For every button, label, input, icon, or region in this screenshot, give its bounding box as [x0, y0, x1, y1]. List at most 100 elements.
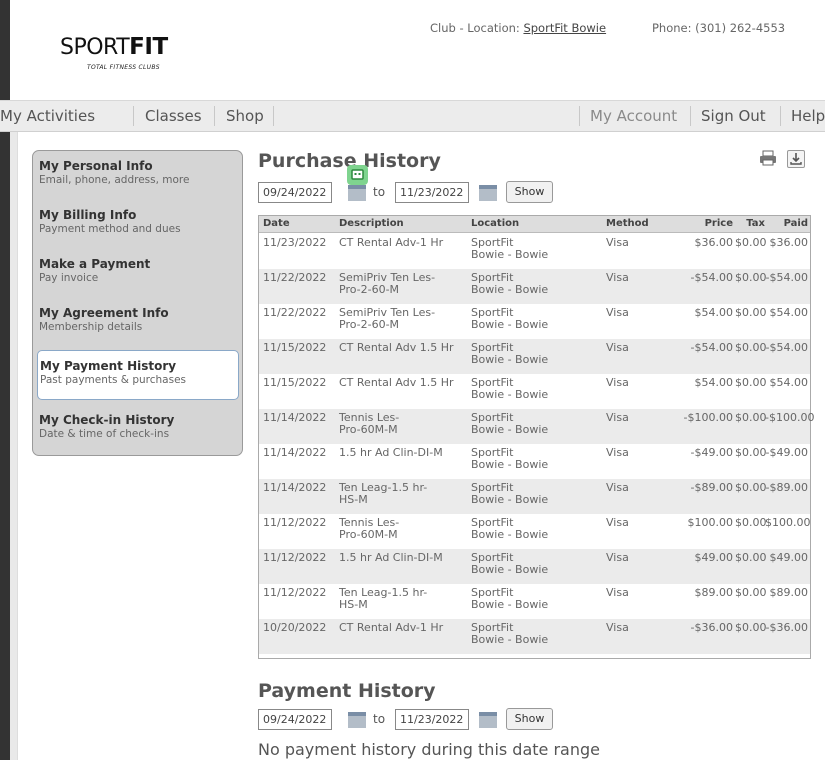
- payment-from-date-input[interactable]: 09/24/2022: [258, 709, 332, 730]
- cell-paid: -$54.00: [765, 341, 808, 354]
- column-header-method: Method: [606, 218, 649, 229]
- cell-tax: $0.00: [735, 306, 767, 319]
- column-header-description: Description: [339, 218, 404, 229]
- club-location-link[interactable]: SportFit Bowie: [523, 21, 606, 35]
- cell-date: 11/22/2022: [263, 271, 327, 284]
- cell-location: SportFit Bowie - Bowie: [471, 481, 549, 506]
- logo-text-light: SPORT: [60, 35, 130, 60]
- cell-tax: $0.00: [735, 236, 767, 249]
- cell-tax: $0.00: [735, 516, 767, 529]
- cell-method: Visa: [606, 446, 629, 459]
- nav-sign-out[interactable]: Sign Out: [701, 101, 766, 131]
- download-icon[interactable]: [787, 150, 805, 168]
- sidebar-item-make-payment[interactable]: Make a Payment Pay invoice: [33, 249, 242, 297]
- cell-method: Visa: [606, 376, 629, 389]
- sidebar-item-checkin-history[interactable]: My Check-in History Date & time of check…: [33, 405, 242, 453]
- payment-show-button[interactable]: Show: [506, 708, 553, 730]
- cell-tax: $0.00: [735, 551, 767, 564]
- purchase-show-button[interactable]: Show: [506, 181, 553, 203]
- column-header-location: Location: [471, 218, 520, 229]
- cell-location: SportFit Bowie - Bowie: [471, 306, 549, 331]
- cell-date: 11/14/2022: [263, 446, 327, 459]
- no-payment-history-message: No payment history during this date rang…: [258, 740, 600, 759]
- cell-method: Visa: [606, 621, 629, 634]
- cell-tax: $0.00: [735, 271, 767, 284]
- cell-location: SportFit Bowie - Bowie: [471, 411, 549, 436]
- cell-date: 11/12/2022: [263, 586, 327, 599]
- cell-description: SemiPriv Ten Les- Pro-2-60-M: [339, 271, 436, 296]
- cell-paid: -$36.00: [765, 621, 808, 634]
- cell-date: 11/15/2022: [263, 376, 327, 389]
- table-header: Date Description Location Method Price T…: [259, 216, 810, 233]
- cell-price: -$89.00: [690, 481, 733, 494]
- sidebar-item-subtitle: Email, phone, address, more: [39, 174, 190, 186]
- cell-price: -$54.00: [690, 271, 733, 284]
- calendar-icon[interactable]: [348, 712, 366, 728]
- column-header-paid: Paid: [783, 218, 808, 229]
- club-location-label: Club - Location:: [430, 21, 520, 35]
- cell-paid: -$89.00: [765, 481, 808, 494]
- calendar-icon[interactable]: [479, 712, 497, 728]
- cell-paid: $54.00: [769, 306, 809, 319]
- column-header-price: Price: [704, 218, 733, 229]
- cell-paid: $89.00: [769, 586, 809, 599]
- cell-paid: $49.00: [769, 551, 809, 564]
- column-header-date: Date: [263, 218, 290, 229]
- sidebar-item-title: My Agreement Info: [39, 306, 169, 320]
- sidebar-item-billing-info[interactable]: My Billing Info Payment method and dues: [33, 200, 242, 248]
- nav-my-activities[interactable]: My Activities: [0, 101, 95, 131]
- logo[interactable]: SPORTFIT TOTAL FITNESS CLUBS: [35, 18, 205, 91]
- sidebar-item-title: My Billing Info: [39, 208, 137, 222]
- cell-method: Visa: [606, 481, 629, 494]
- sidebar-item-agreement-info[interactable]: My Agreement Info Membership details: [33, 298, 242, 346]
- account-sidebar: My Personal Info Email, phone, address, …: [32, 150, 243, 456]
- cell-paid: $54.00: [769, 376, 809, 389]
- cell-tax: $0.00: [735, 341, 767, 354]
- sidebar-item-subtitle: Past payments & purchases: [40, 374, 186, 386]
- cell-paid: -$49.00: [765, 446, 808, 459]
- payment-to-date-input[interactable]: 11/23/2022: [395, 709, 469, 730]
- sidebar-item-personal-info[interactable]: My Personal Info Email, phone, address, …: [33, 151, 242, 199]
- sidebar-item-title: Make a Payment: [39, 257, 151, 271]
- table-row: 11/22/2022 SemiPriv Ten Les- Pro-2-60-M Sp…: [259, 304, 810, 339]
- nav-classes[interactable]: Classes: [145, 101, 202, 131]
- nav-my-account[interactable]: My Account: [590, 101, 677, 131]
- cell-tax: $0.00: [735, 411, 767, 424]
- purchase-from-date-input[interactable]: 09/24/2022: [258, 182, 332, 203]
- cell-method: Visa: [606, 271, 629, 284]
- cell-location: SportFit Bowie - Bowie: [471, 341, 549, 366]
- calendar-icon[interactable]: [348, 185, 366, 201]
- cell-description: CT Rental Adv-1 Hr: [339, 236, 444, 249]
- cell-method: Visa: [606, 551, 629, 564]
- cell-tax: $0.00: [735, 481, 767, 494]
- date-range-to-label: to: [373, 712, 386, 726]
- purchase-to-date-input[interactable]: 11/23/2022: [395, 182, 469, 203]
- nav-shop[interactable]: Shop: [226, 101, 264, 131]
- calendar-icon[interactable]: [479, 185, 497, 201]
- logo-text-bold: FIT: [129, 34, 168, 60]
- cell-method: Visa: [606, 341, 629, 354]
- cell-tax: $0.00: [735, 376, 767, 389]
- table-row: 11/15/2022 CT Rental Adv 1.5 Hr SportFit B…: [259, 339, 810, 374]
- nav-divider: [273, 106, 274, 126]
- table-row: 11/22/2022 SemiPriv Ten Les- Pro-2-60-M Sp…: [259, 269, 810, 304]
- cell-description: SemiPriv Ten Les- Pro-2-60-M: [339, 306, 436, 331]
- nav-help[interactable]: Help: [791, 101, 825, 131]
- extension-icon[interactable]: [347, 165, 368, 185]
- cell-location: SportFit Bowie - Bowie: [471, 271, 549, 296]
- table-row: 11/12/2022 1.5 hr Ad Clin-DI-M SportFit Bo…: [259, 549, 810, 584]
- cell-date: 11/12/2022: [263, 516, 327, 529]
- table-row: 11/12/2022 Tennis Les- Pro-60M-M SportFit …: [259, 514, 811, 549]
- date-range-to-label: to: [373, 185, 386, 199]
- nav-divider: [579, 106, 580, 126]
- cell-paid: -$54.00: [765, 271, 808, 284]
- cell-date: 11/14/2022: [263, 411, 327, 424]
- sidebar-item-payment-history[interactable]: My Payment History Past payments & purch…: [37, 350, 239, 400]
- cell-location: SportFit Bowie - Bowie: [471, 551, 549, 576]
- cell-price: -$49.00: [690, 446, 733, 459]
- cell-tax: $0.00: [735, 621, 767, 634]
- table-row: 11/14/2022 Tennis Les- Pro-60M-M SportFit …: [259, 409, 814, 444]
- cell-price: $36.00: [694, 236, 734, 249]
- cell-description: 1.5 hr Ad Clin-DI-M: [339, 551, 443, 564]
- printer-icon[interactable]: [759, 150, 777, 166]
